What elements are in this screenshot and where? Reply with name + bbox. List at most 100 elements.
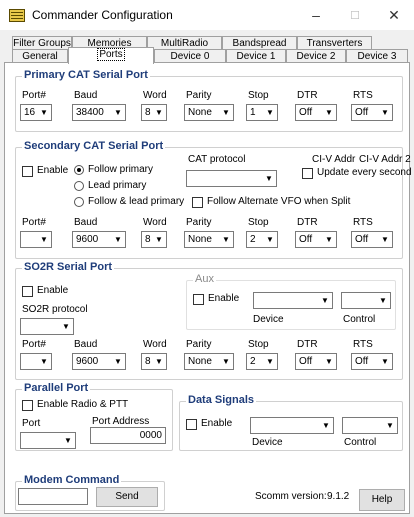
primary-rts-select[interactable]: Off ▼ [351, 104, 393, 121]
primary-word-label: Word [143, 90, 167, 101]
data-signals-enable-label: Enable [201, 418, 233, 429]
so2r-word-label: Word [143, 339, 167, 350]
cat-protocol-select[interactable]: ▼ [186, 170, 277, 187]
chevron-down-icon: ▼ [265, 174, 273, 183]
chevron-down-icon: ▼ [325, 108, 333, 117]
aux-enable-checkbox[interactable] [193, 294, 204, 305]
chevron-down-icon: ▼ [155, 357, 163, 366]
so2r-port-select[interactable]: ▼ [20, 353, 52, 370]
primary-port-select[interactable]: 16 ▼ [20, 104, 52, 121]
chevron-down-icon: ▼ [155, 235, 163, 244]
so2r-baud-select[interactable]: 9600 ▼ [72, 353, 126, 370]
chevron-down-icon: ▼ [40, 357, 48, 366]
config-window: Commander Configuration – ☐ ✕ Filter Gro… [0, 0, 414, 517]
secondary-cat-title: Secondary CAT Serial Port [22, 140, 166, 152]
primary-rts-label: RTS [353, 90, 373, 101]
so2r-rts-label: RTS [353, 339, 373, 350]
secondary-port-label: Port# [22, 217, 46, 228]
aux-device-select[interactable]: ▼ [253, 292, 333, 309]
follow-vfo-checkbox[interactable] [192, 197, 203, 208]
primary-stop-label: Stop [248, 90, 269, 101]
data-signals-title: Data Signals [186, 394, 257, 406]
data-signals-device-label: Device [252, 437, 283, 448]
secondary-rts-value: Off [355, 234, 369, 245]
aux-control-select[interactable]: ▼ [341, 292, 391, 309]
chevron-down-icon: ▼ [40, 235, 48, 244]
secondary-port-select[interactable]: ▼ [20, 231, 52, 248]
secondary-parity-select[interactable]: None ▼ [184, 231, 234, 248]
secondary-dtr-select[interactable]: Off ▼ [295, 231, 337, 248]
primary-baud-label: Baud [74, 90, 98, 101]
data-signals-enable-checkbox[interactable] [186, 419, 197, 430]
primary-dtr-select[interactable]: Off ▼ [295, 104, 337, 121]
so2r-baud-label: Baud [74, 339, 98, 350]
primary-word-value: 8 [145, 107, 151, 118]
primary-stop-value: 1 [250, 107, 256, 118]
modem-command-input[interactable] [18, 488, 88, 505]
secondary-word-select[interactable]: 8 ▼ [141, 231, 167, 248]
minimize-button[interactable]: – [296, 0, 336, 30]
secondary-rts-select[interactable]: Off ▼ [351, 231, 393, 248]
secondary-cat-group: Secondary CAT Serial Port Enable Follow … [15, 140, 412, 259]
primary-baud-select[interactable]: 38400 ▼ [72, 104, 126, 121]
civ-addr-label: CI-V Addr [312, 154, 356, 165]
civ-addr2-label: CI-V Addr 2 [359, 154, 411, 165]
primary-cat-group: Primary CAT Serial Port Port# Baud Word … [15, 69, 403, 132]
chevron-down-icon: ▼ [266, 108, 274, 117]
follow-primary-radio[interactable] [74, 165, 84, 175]
secondary-stop-label: Stop [248, 217, 269, 228]
follow-lead-radio[interactable] [74, 197, 84, 207]
cat-protocol-label: CAT protocol [188, 154, 246, 165]
aux-control-label: Control [343, 314, 376, 325]
primary-parity-select[interactable]: None ▼ [184, 104, 234, 121]
primary-cat-title: Primary CAT Serial Port [22, 69, 150, 81]
secondary-stop-select[interactable]: 2 ▼ [246, 231, 278, 248]
so2r-parity-select[interactable]: None ▼ [184, 353, 234, 370]
so2r-dtr-select[interactable]: Off ▼ [295, 353, 337, 370]
parallel-port-select[interactable]: ▼ [20, 432, 76, 449]
chevron-down-icon: ▼ [321, 296, 329, 305]
secondary-parity-label: Parity [186, 217, 212, 228]
chevron-down-icon: ▼ [222, 235, 230, 244]
so2r-dtr-value: Off [299, 356, 313, 367]
primary-word-select[interactable]: 8 ▼ [141, 104, 167, 121]
follow-primary-label: Follow primary [88, 164, 154, 175]
so2r-protocol-select[interactable]: ▼ [20, 318, 74, 335]
chevron-down-icon: ▼ [40, 108, 48, 117]
chevron-down-icon: ▼ [381, 357, 389, 366]
follow-vfo-label: Follow Alternate VFO when Split [207, 196, 351, 207]
primary-dtr-label: DTR [297, 90, 318, 101]
port-address-input[interactable]: 0000 [90, 427, 166, 444]
secondary-enable-checkbox[interactable] [22, 166, 33, 177]
help-button[interactable]: Help [359, 489, 405, 511]
so2r-word-select[interactable]: 8 ▼ [141, 353, 167, 370]
secondary-stop-value: 2 [250, 234, 256, 245]
parallel-title: Parallel Port [22, 382, 91, 394]
so2r-rts-select[interactable]: Off ▼ [351, 353, 393, 370]
chevron-down-icon: ▼ [381, 108, 389, 117]
maximize-button[interactable]: ☐ [335, 0, 375, 30]
tab-ports-label: Ports [97, 48, 125, 61]
send-button[interactable]: Send [96, 487, 158, 507]
parallel-enable-checkbox[interactable] [22, 400, 33, 411]
close-button[interactable]: ✕ [374, 0, 414, 30]
chevron-down-icon: ▼ [222, 357, 230, 366]
chevron-down-icon: ▼ [325, 235, 333, 244]
so2r-stop-value: 2 [250, 356, 256, 367]
tab-ports[interactable]: Ports [68, 47, 154, 64]
so2r-enable-label: Enable [37, 285, 69, 296]
chevron-down-icon: ▼ [114, 235, 122, 244]
so2r-enable-checkbox[interactable] [22, 286, 33, 297]
so2r-rts-value: Off [355, 356, 369, 367]
secondary-baud-value: 9600 [76, 234, 99, 245]
data-signals-device-select[interactable]: ▼ [250, 417, 334, 434]
title-bar: Commander Configuration – ☐ ✕ [0, 0, 414, 30]
so2r-group: SO2R Serial Port Enable SO2R protocol ▼ … [15, 261, 403, 380]
lead-primary-radio[interactable] [74, 181, 84, 191]
so2r-stop-select[interactable]: 2 ▼ [246, 353, 278, 370]
secondary-baud-select[interactable]: 9600 ▼ [72, 231, 126, 248]
primary-stop-select[interactable]: 1 ▼ [246, 104, 278, 121]
update-every-second-checkbox[interactable] [302, 168, 313, 179]
data-signals-control-select[interactable]: ▼ [342, 417, 398, 434]
so2r-protocol-label: SO2R protocol [22, 304, 88, 315]
